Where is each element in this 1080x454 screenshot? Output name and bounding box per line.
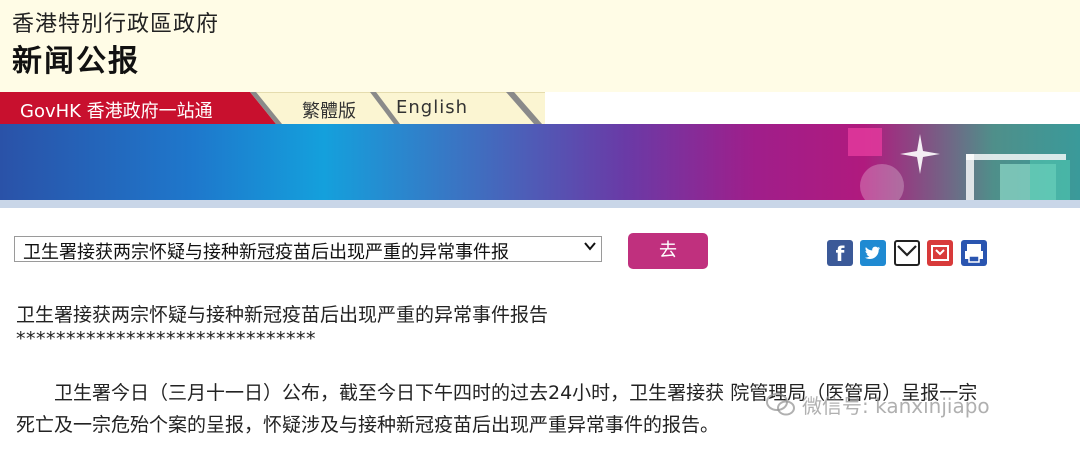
title-separator: ****************************** (16, 328, 316, 350)
banner-divider (0, 200, 1080, 208)
government-name: 香港特別行政區政府 (12, 12, 220, 37)
article-paragraph: 死亡及一宗危殆个案的呈报，怀疑涉及与接种新冠疫苗后出现严重异常事件的报告。 (16, 414, 720, 436)
tab-traditional-chinese[interactable]: 繁體版 (302, 97, 356, 123)
go-button[interactable]: 去 (628, 233, 708, 269)
article-title: 卫生署接获两宗怀疑与接种新冠疫苗后出现严重的异常事件报告 (16, 304, 549, 326)
tab-govhk-label: GovHK 香港政府一站通 (20, 101, 213, 122)
tab-english[interactable]: English (396, 97, 468, 118)
chevron-down-icon (582, 238, 598, 258)
press-release-select[interactable]: 卫生署接获两宗怀疑与接种新冠疫苗后出现严重的异常事件报 (14, 236, 602, 262)
page-title: 新闻公报 (12, 44, 140, 79)
wechat-icon (766, 393, 795, 416)
wechat-watermark: 微信号: kanxinjiapo (802, 394, 990, 418)
banner-decoration (848, 128, 882, 156)
bookmark-icon[interactable] (927, 240, 953, 266)
tab-govhk[interactable]: GovHK 香港政府一站通 (0, 92, 282, 124)
tab-separator (506, 92, 542, 124)
banner-decoration (966, 154, 1066, 160)
language-nav: GovHK 香港政府一站通 繁體版 English (0, 92, 1080, 125)
print-icon[interactable] (961, 240, 987, 266)
banner-image (0, 124, 1080, 208)
mail-icon[interactable] (894, 240, 920, 266)
twitter-icon[interactable] (860, 240, 886, 266)
header: 香港特別行政區政府 新闻公报 (0, 0, 1080, 92)
sparkle-icon (900, 134, 940, 174)
facebook-icon[interactable]: f (827, 240, 853, 266)
